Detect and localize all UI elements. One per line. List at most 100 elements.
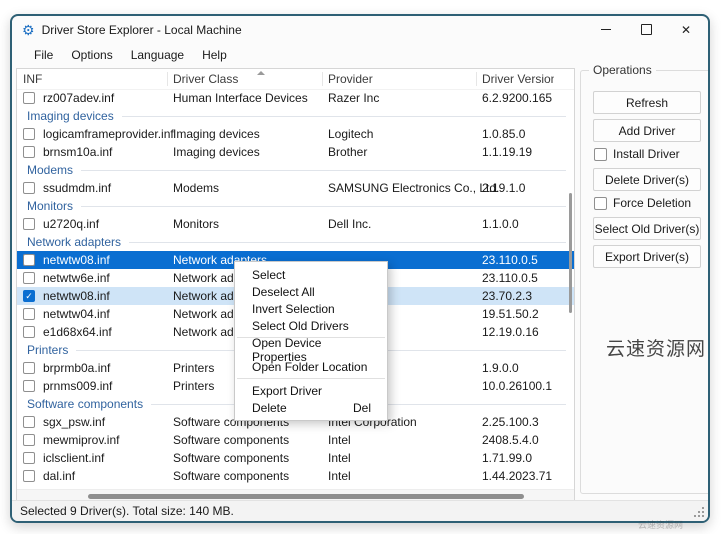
cell-provider: Intel: [328, 451, 351, 465]
cell-provider: Logitech: [328, 127, 374, 141]
row-checkbox[interactable]: [23, 470, 35, 482]
open-folder-location-menu-item[interactable]: Open Folder Location: [235, 358, 387, 375]
table-row[interactable]: ssudmdm.inf Modems SAMSUNG Electronics Co.…: [17, 179, 574, 197]
menu-item-label: Delete: [252, 400, 287, 415]
maximize-button[interactable]: [626, 16, 666, 43]
cell-inf: sgx_psw.inf: [43, 415, 106, 429]
menu-language[interactable]: Language: [122, 45, 193, 65]
table-row[interactable]: dal.inf Software components Intel 1.44.2023…: [17, 467, 574, 485]
cell-inf: netwtw08.inf: [43, 289, 110, 303]
delete-menu-item[interactable]: Delete Del: [235, 399, 387, 416]
cell-version: 2408.5.4.0: [482, 433, 539, 447]
column-divider: [476, 72, 477, 86]
cell-provider: Dell Inc.: [328, 217, 372, 231]
row-checkbox[interactable]: [23, 92, 35, 104]
row-checkbox[interactable]: [23, 146, 35, 158]
cell-version: 19.51.50.2: [482, 307, 539, 321]
table-row[interactable]: iclsclient.inf Software components Intel 1.…: [17, 449, 574, 467]
checkbox-label: Install Driver: [613, 147, 680, 161]
row-checkbox[interactable]: [23, 272, 35, 284]
table-row[interactable]: rz007adev.inf Human Interface Devices Raze…: [17, 89, 574, 107]
vertical-scrollbar-thumb[interactable]: [569, 193, 572, 313]
menu-help[interactable]: Help: [193, 45, 236, 65]
watermark-small: 云速资源网: [638, 521, 684, 531]
cell-driver-class: Software components: [173, 451, 290, 465]
table-row[interactable]: logicamframeprovider.inf Imaging devices L…: [17, 125, 574, 143]
row-checkbox[interactable]: [23, 218, 35, 230]
horizontal-scrollbar-thumb[interactable]: [88, 494, 524, 499]
refresh-button[interactable]: Refresh: [593, 91, 701, 114]
cell-inf: iclsclient.inf: [43, 451, 105, 465]
row-checkbox[interactable]: [23, 416, 35, 428]
column-header-driver-class[interactable]: Driver Class: [173, 72, 238, 86]
close-button[interactable]: ✕: [666, 16, 706, 43]
cell-version: 1.44.2023.71: [482, 469, 553, 483]
resize-grip-icon[interactable]: [692, 505, 705, 518]
group-label: Monitors: [27, 199, 74, 213]
checkbox-label: Force Deletion: [613, 196, 692, 210]
checkbox-box: [594, 147, 607, 161]
select-old-drivers-menu-item[interactable]: Select Old Drivers: [235, 317, 387, 334]
group-line: [129, 241, 566, 243]
cell-version: 1.1.0.0: [482, 217, 519, 231]
column-divider: [167, 72, 168, 86]
cell-inf: u2720q.inf: [43, 217, 100, 231]
table-row[interactable]: u2720q.inf Monitors Dell Inc. 1.1.0.0: [17, 215, 574, 233]
row-checkbox[interactable]: [23, 434, 35, 446]
menu-options[interactable]: Options: [62, 45, 121, 65]
table-row[interactable]: mewmiprov.inf Software components Intel 240…: [17, 431, 574, 449]
table-row[interactable]: brnsm10a.inf Imaging devices Brother 1.1.19…: [17, 143, 574, 161]
caption-controls: ✕: [586, 16, 706, 43]
delete-driver-s-button[interactable]: Delete Driver(s): [593, 168, 701, 191]
row-checkbox[interactable]: ✓: [23, 290, 35, 302]
menu-item-label: Select Old Drivers: [252, 318, 349, 333]
group-label: Network adapters: [27, 235, 122, 249]
install-driver-checkbox[interactable]: Install Driver: [594, 147, 701, 161]
export-driver-menu-item[interactable]: Export Driver: [235, 382, 387, 399]
row-checkbox[interactable]: [23, 362, 35, 374]
cell-inf: mewmiprov.inf: [43, 433, 120, 447]
row-checkbox[interactable]: [23, 308, 35, 320]
deselect-all-menu-item[interactable]: Deselect All: [235, 283, 387, 300]
group-line: [121, 115, 566, 117]
menu-item-label: Select: [252, 267, 286, 282]
group-label: Modems: [27, 163, 74, 177]
cell-driver-class: Software components: [173, 469, 290, 483]
open-device-properties-menu-item[interactable]: Open Device Properties: [235, 336, 387, 364]
cell-inf: logicamframeprovider.inf: [43, 127, 174, 141]
row-checkbox[interactable]: [23, 452, 35, 464]
row-checkbox[interactable]: [23, 254, 35, 266]
add-driver-button[interactable]: Add Driver: [593, 119, 701, 142]
invert-selection-menu-item[interactable]: Invert Selection: [235, 300, 387, 317]
minimize-icon: [601, 29, 611, 30]
group-label: Software components: [27, 397, 144, 411]
force-deletion-checkbox[interactable]: Force Deletion: [594, 196, 701, 210]
cell-inf: e1d68x64.inf: [43, 325, 112, 339]
title-bar[interactable]: ⚙ Driver Store Explorer - Local Machine …: [12, 16, 708, 43]
cell-driver-class: Software components: [173, 433, 290, 447]
cell-inf: ssudmdm.inf: [43, 181, 112, 195]
cell-driver-class: Modems: [173, 181, 220, 195]
menu-file[interactable]: File: [25, 45, 62, 65]
row-checkbox[interactable]: [23, 128, 35, 140]
column-header-provider[interactable]: Provider: [328, 72, 373, 86]
table-header: INF Driver Class Provider Driver Version: [17, 69, 574, 90]
cell-inf: brprmb0a.inf: [43, 361, 111, 375]
column-header-driver-version[interactable]: Driver Version: [482, 72, 554, 86]
row-checkbox[interactable]: [23, 380, 35, 392]
status-bar: Selected 9 Driver(s). Total size: 140 MB…: [12, 500, 708, 521]
column-divider: [322, 72, 323, 86]
cell-driver-class: Imaging devices: [173, 127, 260, 141]
cell-inf: dal.inf: [43, 469, 76, 483]
export-driver-s-button[interactable]: Export Driver(s): [593, 245, 701, 268]
select-old-driver-s-button[interactable]: Select Old Driver(s): [593, 217, 701, 240]
select-menu-item[interactable]: Select: [235, 266, 387, 283]
gear-icon: ⚙: [22, 21, 35, 38]
row-checkbox[interactable]: [23, 182, 35, 194]
minimize-button[interactable]: [586, 16, 626, 43]
cell-driver-class: Printers: [173, 379, 215, 393]
cell-version: 1.0.85.0: [482, 127, 526, 141]
row-checkbox[interactable]: [23, 326, 35, 338]
column-header-inf[interactable]: INF: [23, 72, 42, 86]
cell-driver-class: Monitors: [173, 217, 220, 231]
